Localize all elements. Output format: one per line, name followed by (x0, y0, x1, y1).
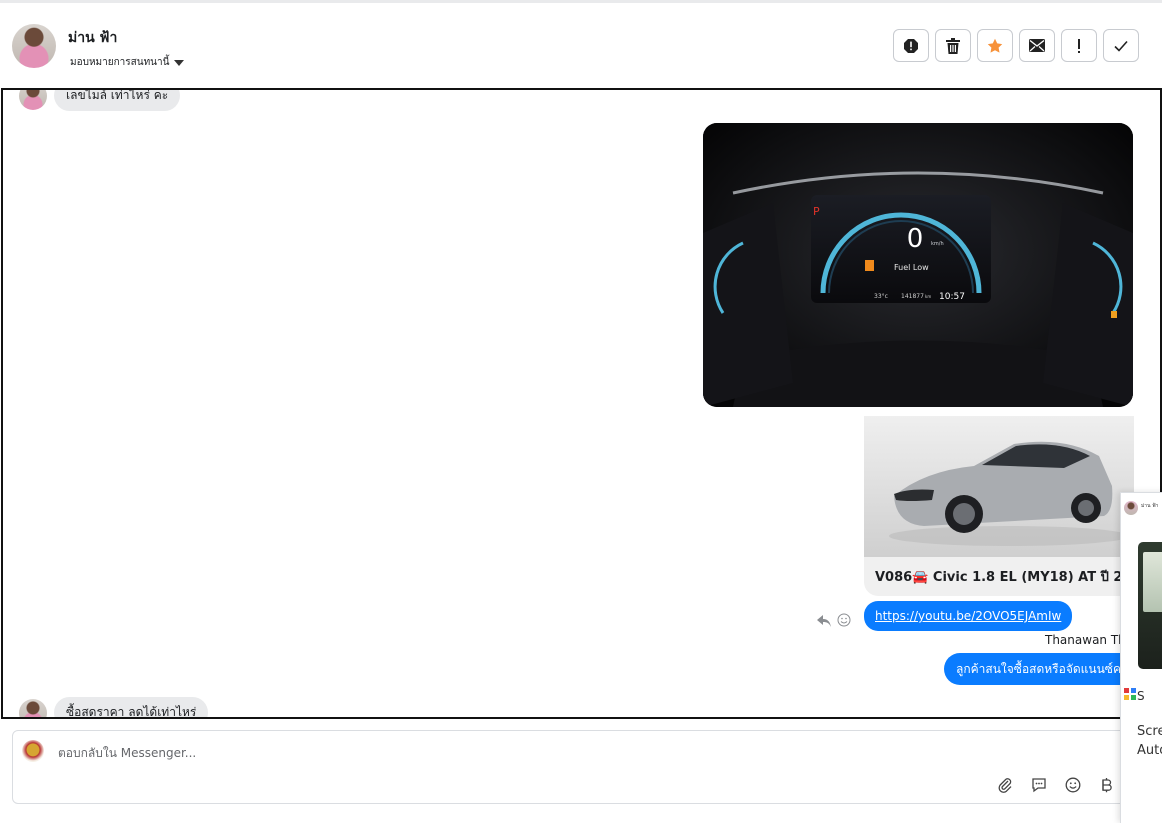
fuel-warning: Fuel Low (894, 263, 929, 272)
envelope-icon (1029, 39, 1045, 52)
preview-label: S (1137, 689, 1145, 703)
puzzle-icon (1123, 686, 1137, 705)
composer-toolbar (995, 775, 1117, 795)
preview-text-line1: Scre (1137, 724, 1162, 739)
alert-circle-icon (904, 38, 918, 53)
car-listing-title: V086🚘 Civic 1.8 EL (MY18) AT ปี 2020 (875, 570, 1134, 585)
assign-label: มอบหมายการสนทนานี้ (70, 57, 170, 68)
attachment-icon[interactable] (995, 775, 1015, 795)
sender-avatar[interactable] (19, 90, 47, 110)
message-thread[interactable]: เลขไมล์ เท่าไหร่ คะ P 0 km/h Fuel Low 33… (1, 88, 1162, 719)
dashboard-photo-message[interactable]: P 0 km/h Fuel Low 33°c 141877 km 10:57 (703, 123, 1133, 407)
preview-thumbnail[interactable] (1138, 542, 1162, 669)
assign-conversation-dropdown[interactable]: มอบหมายการสนทนานี้ (70, 55, 185, 70)
reply-input[interactable] (56, 745, 760, 761)
emoji-icon[interactable] (1063, 775, 1083, 795)
preview-text-line2: Auto (1137, 743, 1162, 758)
incoming-message[interactable]: ซื้อสดราคา ลดได้เท่าไหร่ (54, 697, 209, 717)
check-icon (1114, 40, 1128, 52)
gear-indicator: P (813, 205, 820, 218)
exclamation-icon (1078, 38, 1080, 53)
car-photo (864, 416, 1134, 557)
contact-name[interactable]: ม่าน ฟ้า (68, 27, 117, 49)
saved-reply-icon[interactable] (1029, 775, 1049, 795)
conversation-toolbar (893, 29, 1139, 62)
dash-clock: 10:57 (939, 292, 965, 302)
odometer: 141877 (901, 293, 924, 300)
odometer-unit: km (925, 294, 931, 299)
conversation-header: ม่าน ฟ้า มอบหมายการสนทนานี้ (0, 3, 1162, 88)
react-emoji-icon[interactable] (837, 612, 851, 631)
page-avatar (22, 740, 44, 762)
car-listing-card[interactable]: V086🚘 Civic 1.8 EL (MY18) AT ปี 2020 (864, 416, 1134, 596)
payment-baht-icon[interactable] (1097, 775, 1117, 795)
delete-button[interactable] (935, 29, 971, 62)
mark-unread-button[interactable] (1019, 29, 1055, 62)
caret-down-icon (174, 59, 185, 66)
reply-composer (12, 730, 1132, 804)
youtube-link[interactable]: https://youtu.be/2OVO5EJAmIw (875, 609, 1061, 623)
speed-unit: km/h (931, 241, 944, 247)
speed-readout: 0 (907, 224, 924, 254)
dashboard-image: P 0 km/h Fuel Low 33°c 141877 km 10:57 (703, 123, 1133, 407)
star-icon (987, 38, 1003, 53)
follow-up-button[interactable] (1061, 29, 1097, 62)
outgoing-link-message[interactable]: https://youtu.be/2OVO5EJAmIw (864, 601, 1073, 631)
trash-icon (946, 37, 960, 54)
floating-preview-panel[interactable]: ม่าน ฟ้า S Scre Auto (1120, 492, 1162, 823)
message-actions (817, 612, 851, 631)
star-button[interactable] (977, 29, 1013, 62)
outside-temp: 33°c (874, 293, 888, 300)
preview-avatar (1124, 501, 1138, 515)
reply-icon[interactable] (817, 612, 831, 631)
incoming-message[interactable]: เลขไมล์ เท่าไหร่ คะ (54, 90, 181, 111)
spam-button[interactable] (893, 29, 929, 62)
preview-contact-name: ม่าน ฟ้า (1141, 503, 1159, 509)
done-button[interactable] (1103, 29, 1139, 62)
contact-avatar[interactable] (12, 24, 56, 68)
sender-avatar[interactable] (19, 699, 47, 717)
